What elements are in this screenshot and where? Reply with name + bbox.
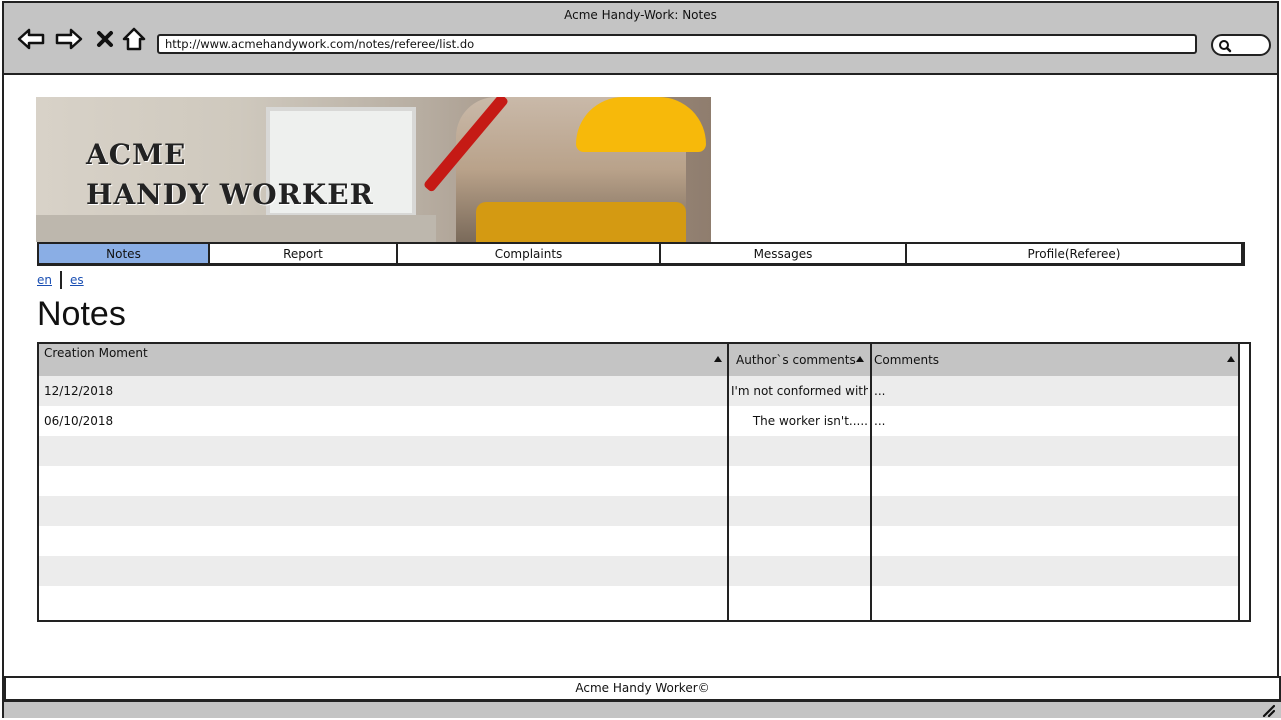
empty-row bbox=[39, 586, 1239, 616]
sort-arrow-icon bbox=[856, 356, 864, 362]
table-header: Creation Moment Author`s comments Commen… bbox=[39, 344, 1249, 376]
sort-arrow-icon bbox=[714, 356, 722, 362]
search-box[interactable] bbox=[1211, 34, 1271, 56]
page-footer: Acme Handy Worker© bbox=[4, 676, 1281, 701]
table-row[interactable]: 12/12/2018 I'm not conformed with... ... bbox=[39, 376, 1239, 406]
status-bar bbox=[4, 700, 1281, 718]
back-button[interactable] bbox=[16, 25, 46, 53]
scrollbar-divider bbox=[1238, 344, 1240, 620]
browser-window: Acme Handy-Work: Notes http://www.acmeha… bbox=[2, 1, 1281, 718]
menu-item-notes[interactable]: Notes bbox=[39, 244, 210, 263]
cell-creation-moment: 12/12/2018 bbox=[44, 384, 114, 398]
main-menu: Notes Report Complaints Messages Profile… bbox=[37, 242, 1245, 266]
table-scrollbar[interactable] bbox=[1239, 344, 1249, 620]
empty-row bbox=[39, 556, 1239, 586]
banner-title-line1: ACME bbox=[86, 138, 187, 171]
empty-row bbox=[39, 496, 1239, 526]
url-bar[interactable]: http://www.acmehandywork.com/notes/refer… bbox=[157, 34, 1197, 54]
cell-comments: ... bbox=[874, 414, 886, 428]
column-divider bbox=[870, 344, 872, 620]
empty-row bbox=[39, 466, 1239, 496]
forward-arrow-icon bbox=[55, 28, 83, 50]
column-header-authors-comments[interactable]: Author`s comments bbox=[729, 344, 870, 376]
cell-creation-moment: 06/10/2018 bbox=[44, 414, 114, 428]
lang-divider bbox=[60, 271, 62, 289]
banner-image: ACME HANDY WORKER bbox=[36, 97, 711, 242]
stop-button[interactable] bbox=[90, 25, 120, 53]
language-switcher: en es bbox=[37, 271, 84, 289]
table-row[interactable]: 06/10/2018 The worker isn't..... ... bbox=[39, 406, 1239, 436]
column-header-comments[interactable]: Comments bbox=[872, 344, 1240, 376]
menu-item-report[interactable]: Report bbox=[210, 244, 398, 263]
menu-item-messages[interactable]: Messages bbox=[661, 244, 907, 263]
lang-en-link[interactable]: en bbox=[37, 273, 52, 287]
banner-title-line2: HANDY WORKER bbox=[86, 178, 374, 211]
home-button[interactable] bbox=[119, 25, 149, 53]
resize-grip-icon[interactable] bbox=[1261, 703, 1275, 717]
empty-row bbox=[39, 526, 1239, 556]
sort-arrow-icon bbox=[1227, 356, 1235, 362]
cell-comments: ... bbox=[874, 384, 886, 398]
search-icon bbox=[1219, 40, 1232, 53]
cell-authors-comments: I'm not conformed with... bbox=[731, 384, 868, 398]
cell-authors-comments: The worker isn't..... bbox=[752, 414, 868, 428]
forward-button[interactable] bbox=[54, 25, 84, 53]
page-title: Notes bbox=[37, 295, 126, 333]
browser-chrome: Acme Handy-Work: Notes http://www.acmeha… bbox=[4, 3, 1277, 75]
empty-row bbox=[39, 436, 1239, 466]
back-arrow-icon bbox=[17, 28, 45, 50]
close-icon bbox=[97, 31, 113, 47]
home-icon bbox=[122, 27, 146, 51]
menu-item-profile[interactable]: Profile(Referee) bbox=[907, 244, 1241, 263]
banner-logo-text: ACME HANDY WORKER bbox=[86, 135, 374, 215]
notes-table: Creation Moment Author`s comments Commen… bbox=[37, 342, 1251, 622]
column-header-creation-moment[interactable]: Creation Moment bbox=[39, 344, 727, 376]
column-divider bbox=[727, 344, 729, 620]
menu-item-complaints[interactable]: Complaints bbox=[398, 244, 661, 263]
window-title: Acme Handy-Work: Notes bbox=[564, 8, 717, 22]
lang-es-link[interactable]: es bbox=[70, 273, 84, 287]
